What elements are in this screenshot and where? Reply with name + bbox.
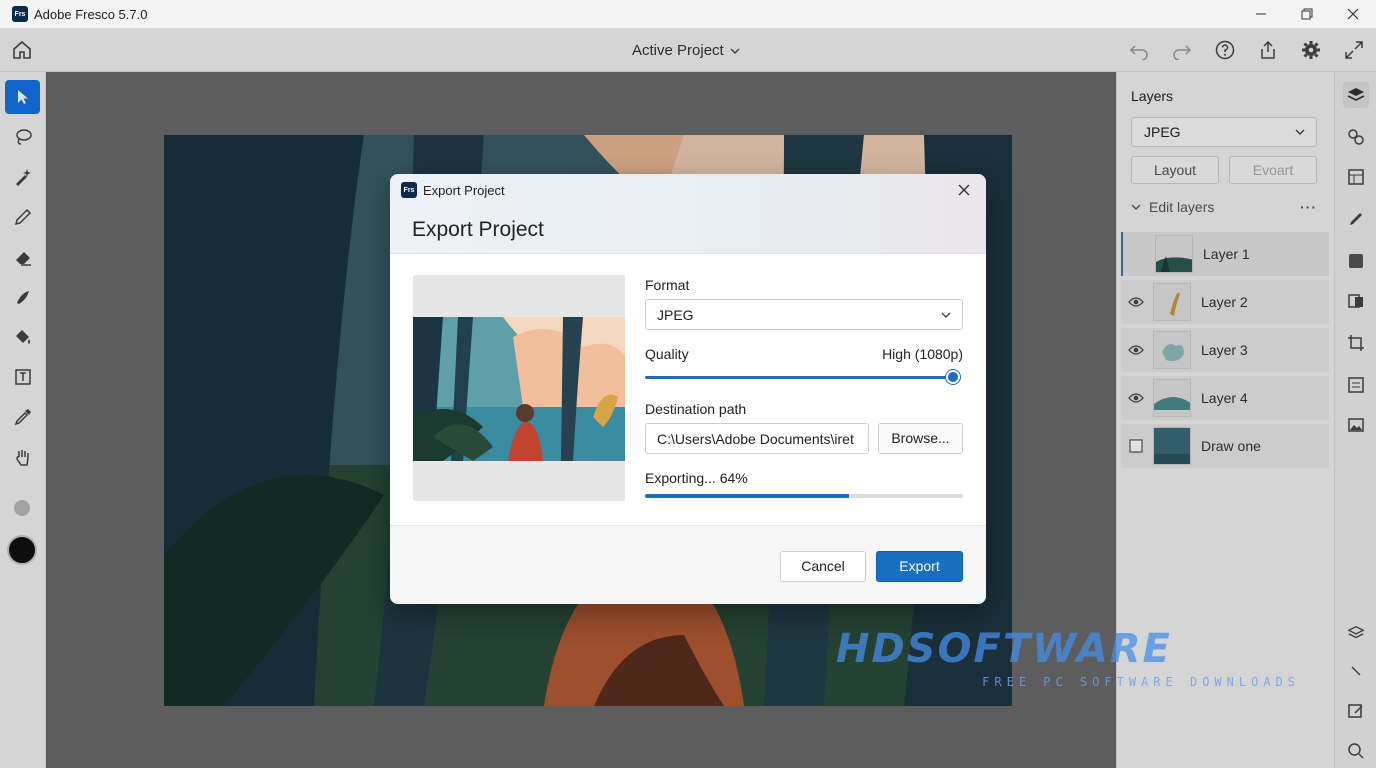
destination-path-input[interactable]: C:\Users\Adobe Documents\iret	[645, 423, 869, 454]
export-preview	[413, 275, 625, 501]
format-label: Format	[645, 277, 690, 293]
quality-value: High (1080p)	[882, 346, 963, 362]
dialog-title: Export Project	[412, 218, 544, 241]
destination-label: Destination path	[645, 401, 747, 417]
export-dialog: Frs Export Project Export Project Format…	[390, 174, 986, 604]
export-button[interactable]: Export	[876, 551, 963, 582]
watermark-title: HDSOFTWARE	[836, 626, 1172, 672]
close-icon	[958, 184, 970, 196]
dialog-app-logo: Frs	[401, 182, 417, 198]
chevron-down-icon	[941, 312, 951, 318]
window-controls	[1238, 0, 1376, 28]
minimize-icon	[1256, 13, 1266, 15]
dialog-caption: Export Project	[423, 183, 505, 198]
export-progress-label: Exporting... 64%	[645, 470, 748, 486]
dialog-footer: Cancel Export	[390, 525, 986, 604]
export-progress-fill	[645, 494, 849, 498]
app-title: Adobe Fresco 5.7.0	[34, 6, 148, 22]
format-select[interactable]: JPEG	[645, 299, 963, 330]
app-logo: Frs	[12, 6, 28, 22]
quality-slider-thumb[interactable]	[946, 370, 960, 384]
format-value: JPEG	[657, 307, 694, 323]
cancel-button[interactable]: Cancel	[780, 551, 866, 582]
restore-icon	[1301, 8, 1313, 20]
export-progress-bar	[645, 494, 963, 498]
preview-image	[413, 317, 625, 461]
watermark-subtitle: FREE PC SOFTWARE DOWNLOADS	[982, 675, 1300, 689]
watermark: HDSOFTWARE FREE PC SOFTWARE DOWNLOADS	[836, 627, 1300, 693]
minimize-button[interactable]	[1238, 0, 1284, 28]
dialog-header: Frs Export Project Export Project	[390, 174, 986, 254]
maximize-button[interactable]	[1284, 0, 1330, 28]
close-window-button[interactable]	[1330, 0, 1376, 28]
title-bar: Frs Adobe Fresco 5.7.0	[0, 0, 1376, 28]
dialog-close-button[interactable]	[954, 180, 974, 200]
close-icon	[1347, 8, 1359, 20]
browse-button[interactable]: Browse...	[878, 423, 963, 454]
quality-label: Quality	[645, 346, 689, 362]
quality-slider-track[interactable]	[645, 376, 953, 379]
